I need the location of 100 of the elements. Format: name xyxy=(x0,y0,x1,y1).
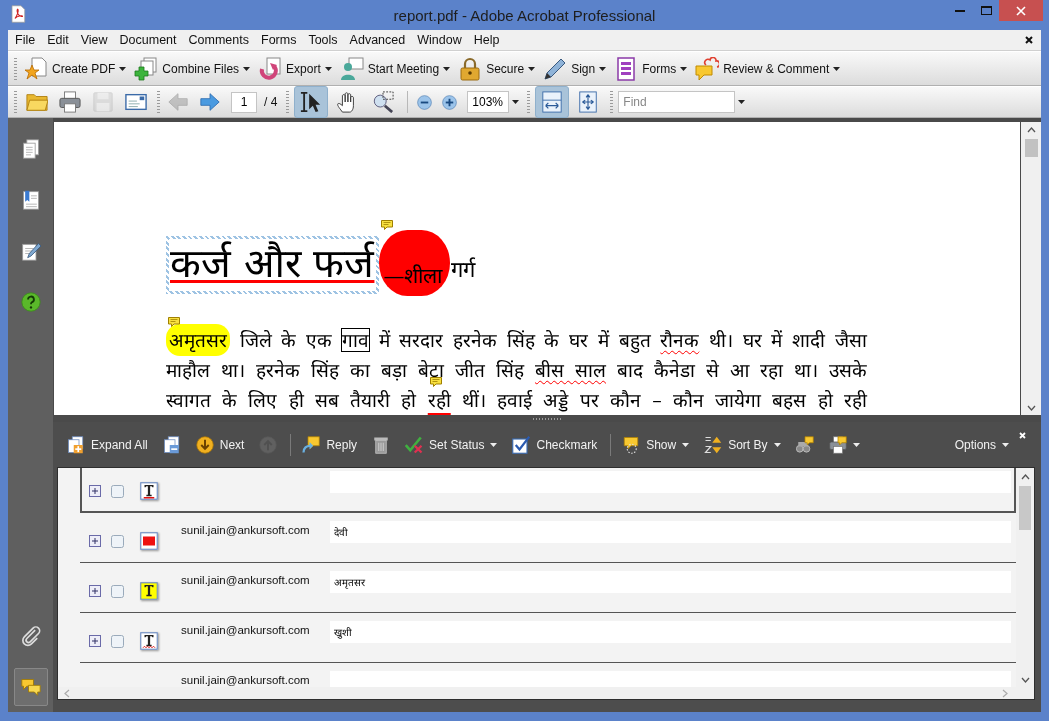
highlighted-text: अमृतसर xyxy=(166,324,230,356)
toolbar-grip[interactable] xyxy=(14,57,17,80)
scrollbar-thumb[interactable] xyxy=(1019,486,1031,530)
squiggly-underlined-text: रौनक xyxy=(660,329,700,351)
toolbar-grip[interactable] xyxy=(286,91,290,113)
author-name: sunil.jain@ankursoft.com xyxy=(181,574,310,586)
comment-field[interactable]: देवी xyxy=(330,521,1011,543)
toolbar-grip[interactable] xyxy=(14,91,17,113)
checkbox-tick-icon xyxy=(512,435,531,454)
close-icon xyxy=(1016,5,1026,16)
toolbar-grip[interactable] xyxy=(157,91,160,113)
pen-icon xyxy=(543,56,568,81)
tool-button[interactable] xyxy=(294,86,329,118)
caret-icon xyxy=(738,100,746,104)
fit-width-icon xyxy=(541,91,564,113)
toolbar-button[interactable]: Create PDF xyxy=(22,54,129,83)
comment-field[interactable]: खुशी xyxy=(330,621,1011,643)
toolbar-button[interactable]: Secure xyxy=(456,54,538,83)
fit-page-icon xyxy=(577,91,600,113)
menu-item[interactable]: File xyxy=(9,32,42,48)
comments-toolbar-button[interactable]: Set Status xyxy=(401,432,502,457)
menu-item[interactable]: Comments xyxy=(182,32,255,48)
menu-item[interactable]: Help xyxy=(467,32,506,48)
printer-icon xyxy=(59,91,81,113)
toolbar-button[interactable]: Export xyxy=(256,54,334,83)
page-number-field[interactable]: 1 xyxy=(231,91,257,113)
expand-icon[interactable] xyxy=(89,585,101,597)
toolbar-button[interactable]: Sign xyxy=(541,54,609,83)
menu-item[interactable]: Edit xyxy=(41,32,75,48)
trash-icon xyxy=(372,435,391,454)
scroll-down-button[interactable] xyxy=(1020,677,1030,683)
menu-item[interactable]: View xyxy=(74,32,114,48)
caret-icon xyxy=(833,66,841,71)
close-panel-button[interactable] xyxy=(1018,431,1027,440)
expand-icon[interactable] xyxy=(89,485,101,497)
scroll-up-button[interactable] xyxy=(1026,127,1036,133)
toolbar-button[interactable]: Combine Files xyxy=(132,54,253,83)
menu-item[interactable]: Advanced xyxy=(343,32,412,48)
scroll-up-button[interactable] xyxy=(1020,474,1030,480)
menu-item[interactable]: Document xyxy=(113,32,183,48)
options-button[interactable]: Options xyxy=(950,434,1013,455)
star-document-icon xyxy=(24,56,48,81)
body-text: स्वागत के लिए ही सब तैयारी हो xyxy=(166,389,417,411)
menu-item[interactable]: Tools xyxy=(302,32,344,48)
note-icon[interactable] xyxy=(381,220,394,230)
menu-item[interactable]: Forms xyxy=(255,32,303,48)
splitter-handle[interactable] xyxy=(533,417,561,420)
comment-field[interactable]: अमृतसर xyxy=(330,571,1011,593)
comments-toolbar-button[interactable]: Sort By xyxy=(700,432,785,457)
caret-icon xyxy=(512,100,520,104)
help-icon xyxy=(20,290,41,314)
checkbox[interactable] xyxy=(111,484,124,498)
checkbox[interactable] xyxy=(111,534,124,548)
caret-icon xyxy=(243,66,251,71)
note-icon[interactable] xyxy=(168,317,180,327)
pages-icon xyxy=(20,137,41,161)
comment-row[interactable] xyxy=(80,468,1016,513)
envelope-icon xyxy=(125,91,147,113)
scrollbar-thumb[interactable] xyxy=(1024,139,1038,157)
author-name: sunil.jain@ankursoft.com xyxy=(181,524,310,536)
toolbar-grip[interactable] xyxy=(610,91,614,113)
comments-toolbar-button[interactable]: Next xyxy=(191,432,249,457)
window-title: report.pdf - Adobe Acrobat Professional xyxy=(393,6,656,24)
toolbar-grip[interactable] xyxy=(527,91,531,113)
expand-all-icon xyxy=(67,435,85,454)
toolbar-button[interactable]: Review & Comment xyxy=(693,54,843,83)
zoom-field[interactable]: 103% xyxy=(467,91,510,113)
body-text: थीं। हवाई अड्डे पर कौन – कौन जायेगा बहस हो रही xyxy=(462,389,867,411)
underlined-text: रही xyxy=(427,389,451,411)
find-field[interactable]: Find xyxy=(618,91,736,113)
comments-toolbar-button[interactable]: Expand All xyxy=(63,432,152,457)
check-cross-icon xyxy=(405,435,424,454)
printer-icon xyxy=(828,435,847,454)
padlock-icon xyxy=(458,56,483,81)
comments-toolbar-button[interactable]: Show xyxy=(618,432,694,457)
caret-icon xyxy=(528,66,536,71)
bookmark-icon xyxy=(20,188,41,212)
toolbar-button[interactable]: Forms xyxy=(612,54,690,83)
note-icon[interactable] xyxy=(429,377,442,387)
close-button[interactable] xyxy=(999,0,1043,21)
scroll-down-button[interactable] xyxy=(1026,405,1036,411)
checkbox[interactable] xyxy=(111,634,124,648)
expand-icon[interactable] xyxy=(89,635,101,647)
folder-icon xyxy=(26,91,48,113)
close-document-button[interactable] xyxy=(1023,34,1035,46)
caret-icon xyxy=(443,66,451,71)
body-text: गर्ग xyxy=(451,256,476,284)
collapse-all-icon xyxy=(162,435,181,454)
toolbar-button[interactable]: Start Meeting xyxy=(337,54,453,83)
zoom-in-icon xyxy=(442,94,458,110)
binoculars-icon xyxy=(795,435,814,454)
menu-item[interactable]: Window xyxy=(411,32,468,48)
comments-toolbar-button[interactable]: Checkmark xyxy=(508,432,602,457)
view-button[interactable] xyxy=(535,86,570,118)
checkbox[interactable] xyxy=(111,584,124,598)
body-text: माहौल था। हरनेक सिंह का बड़ा बेटा जीत सिंह xyxy=(166,359,524,381)
navigation-button[interactable] xyxy=(13,668,48,706)
expand-icon[interactable] xyxy=(89,535,101,547)
comments-toolbar-button[interactable]: Reply xyxy=(298,432,362,457)
reply-icon xyxy=(302,435,321,454)
